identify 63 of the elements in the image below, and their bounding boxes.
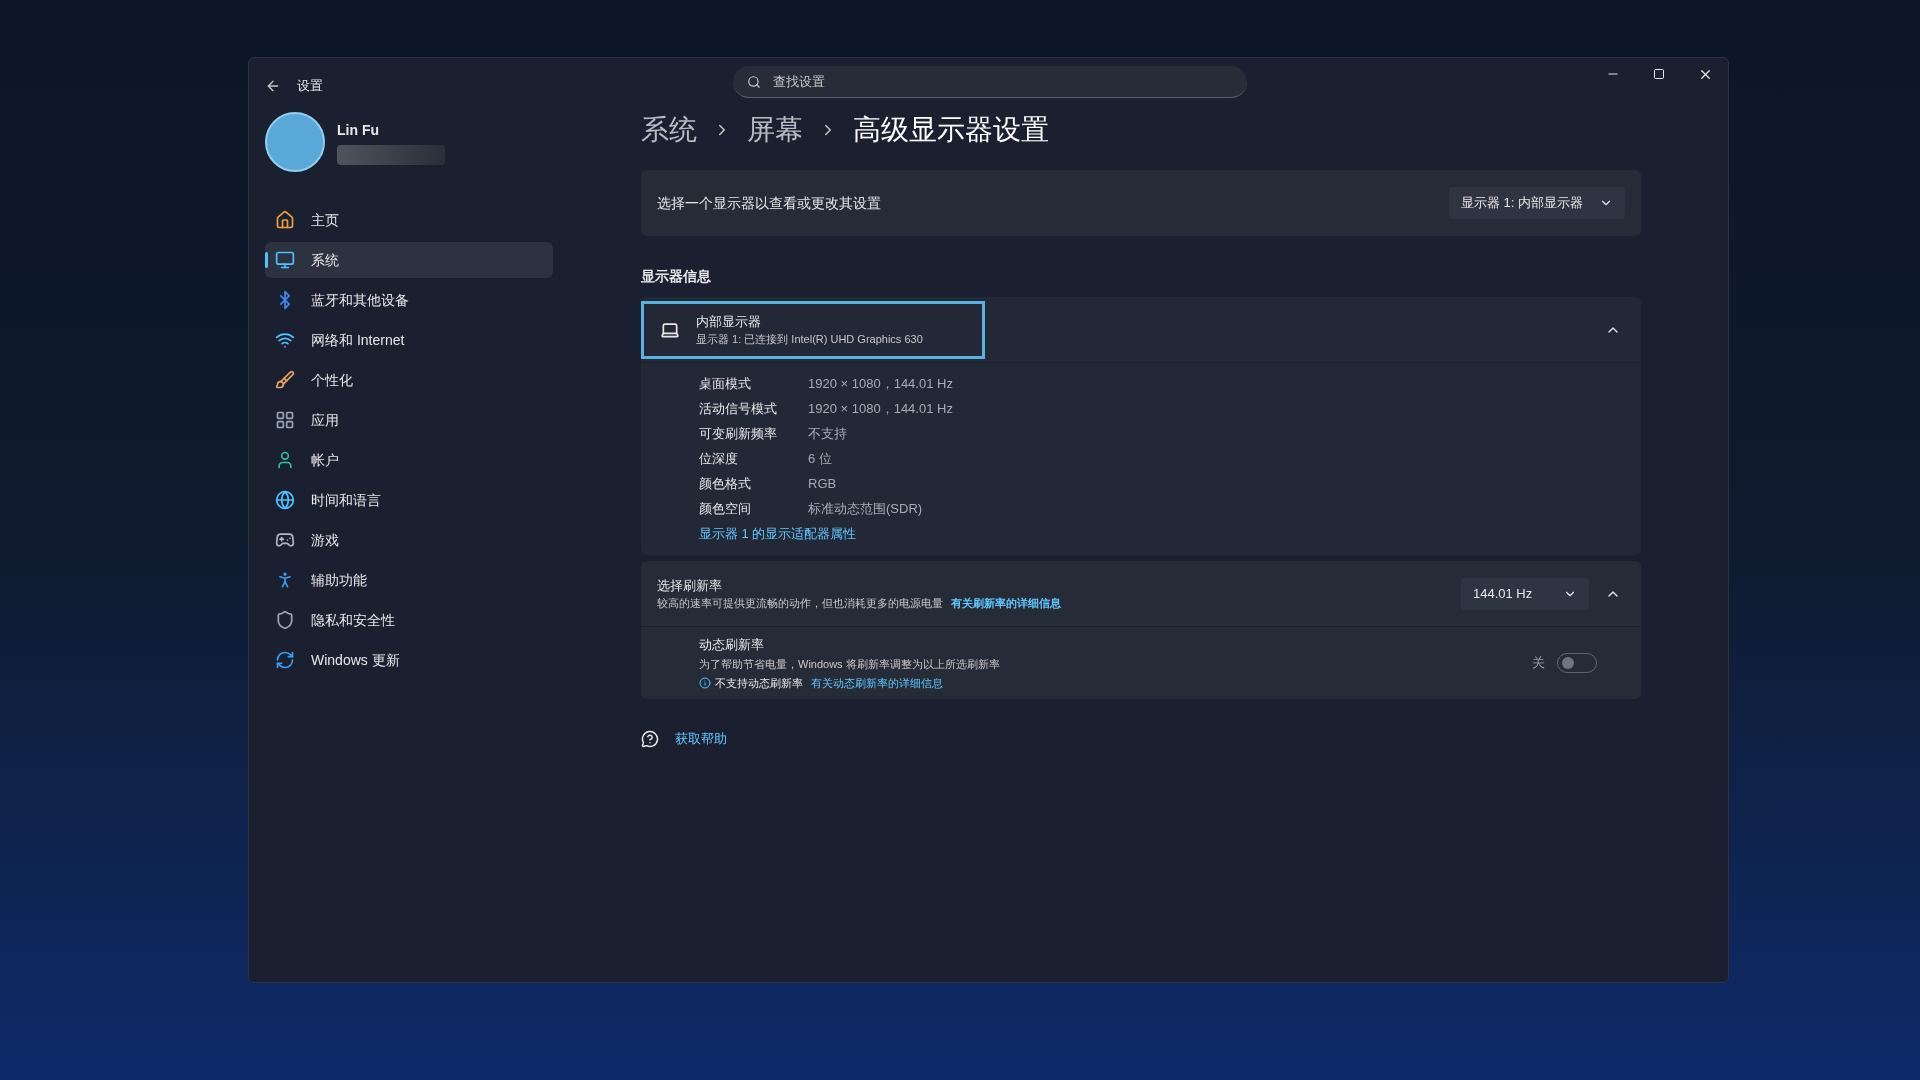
get-help-link[interactable]: 获取帮助 bbox=[675, 729, 727, 749]
dynamic-refresh-info-link[interactable]: 有关动态刷新率的详细信息 bbox=[811, 674, 943, 692]
refresh-rate-info-link[interactable]: 有关刷新率的详细信息 bbox=[951, 595, 1061, 612]
property-value: RGB bbox=[808, 474, 837, 493]
display-subtitle: 显示器 1: 已连接到 Intel(R) UHD Graphics 630 bbox=[696, 332, 923, 347]
breadcrumb-link[interactable]: 系统 bbox=[641, 109, 697, 151]
sidebar-item[interactable]: 蓝牙和其他设备 bbox=[265, 282, 553, 318]
toggle-state-label: 关 bbox=[1532, 654, 1545, 673]
sidebar-item[interactable]: 主页 bbox=[265, 202, 553, 238]
apps-grid-icon bbox=[275, 410, 295, 430]
brush-icon bbox=[275, 370, 295, 390]
back-icon[interactable] bbox=[265, 78, 281, 94]
property-label: 颜色空间 bbox=[699, 499, 752, 518]
maximize-icon bbox=[1653, 68, 1665, 80]
setting-description: 为了帮助节省电量，Windows 将刷新率调整为以上所选刷新率 bbox=[699, 657, 1000, 673]
monitor-icon bbox=[275, 250, 295, 270]
property-value: 标准动态范围(SDR) bbox=[808, 499, 923, 518]
sidebar-item[interactable]: 应用 bbox=[265, 402, 553, 438]
refresh-icon bbox=[275, 650, 295, 670]
window-title: 设置 bbox=[297, 77, 323, 96]
sidebar-item[interactable]: 网络和 Internet bbox=[265, 322, 553, 358]
setting-description: 较高的速率可提供更流畅的动作，但也消耗更多的电源电量 bbox=[657, 596, 943, 611]
sidebar-item[interactable]: 个性化 bbox=[265, 362, 553, 398]
property-value: 不支持 bbox=[808, 424, 847, 443]
sidebar-item[interactable]: 帐户 bbox=[265, 442, 553, 478]
shield-icon bbox=[275, 610, 295, 630]
section-title: 显示器信息 bbox=[641, 267, 712, 286]
help-icon bbox=[641, 729, 659, 748]
sidebar-item[interactable]: 隐私和安全性 bbox=[265, 602, 553, 638]
property-value: 1920 × 1080，144.01 Hz bbox=[808, 399, 953, 418]
property-label: 活动信号模式 bbox=[699, 399, 778, 418]
sidebar-item[interactable]: 时间和语言 bbox=[265, 482, 553, 518]
property-label: 可变刷新频率 bbox=[699, 424, 778, 443]
globe-icon bbox=[275, 490, 295, 510]
property-value: 6 位 bbox=[808, 449, 832, 468]
gamepad-icon bbox=[275, 530, 295, 550]
setting-label: 选择一个显示器以查看或更改其设置 bbox=[657, 193, 881, 213]
search-icon bbox=[747, 75, 761, 89]
refresh-rate-dropdown[interactable]: 144.01 Hz bbox=[1461, 577, 1589, 610]
wifi-icon bbox=[275, 330, 295, 350]
display-dropdown[interactable]: 显示器 1: 内部显示器 bbox=[1448, 187, 1625, 219]
sidebar-item[interactable]: Windows 更新 bbox=[265, 642, 553, 678]
unsupported-note: 不支持动态刷新率 bbox=[715, 675, 803, 691]
sidebar-item[interactable]: 系统 bbox=[265, 242, 553, 278]
breadcrumb-link[interactable]: 屏幕 bbox=[747, 109, 803, 151]
property-label: 颜色格式 bbox=[699, 474, 752, 493]
avatar bbox=[265, 112, 325, 172]
display-name: 内部显示器 bbox=[696, 312, 762, 331]
display-header[interactable]: 内部显示器 显示器 1: 已连接到 Intel(R) UHD Graphics 630 bbox=[641, 300, 985, 359]
setting-title: 选择刷新率 bbox=[657, 576, 723, 595]
sidebar-item[interactable]: 游戏 bbox=[265, 522, 553, 558]
house-icon bbox=[275, 210, 295, 230]
setting-title: 动态刷新率 bbox=[699, 635, 765, 654]
adapter-properties-link[interactable]: 显示器 1 的显示适配器属性 bbox=[699, 521, 857, 547]
sidebar-item[interactable]: 辅助功能 bbox=[265, 562, 553, 598]
search-field[interactable]: 查找设置 bbox=[733, 66, 1247, 98]
person-icon bbox=[275, 450, 295, 470]
property-label: 桌面模式 bbox=[699, 374, 752, 393]
info-icon bbox=[699, 677, 711, 689]
property-label: 位深度 bbox=[699, 449, 739, 468]
user-name: Lin Fu bbox=[337, 120, 380, 140]
property-value: 1920 × 1080，144.01 Hz bbox=[808, 374, 953, 393]
page-title: 高级显示器设置 bbox=[853, 113, 1049, 147]
